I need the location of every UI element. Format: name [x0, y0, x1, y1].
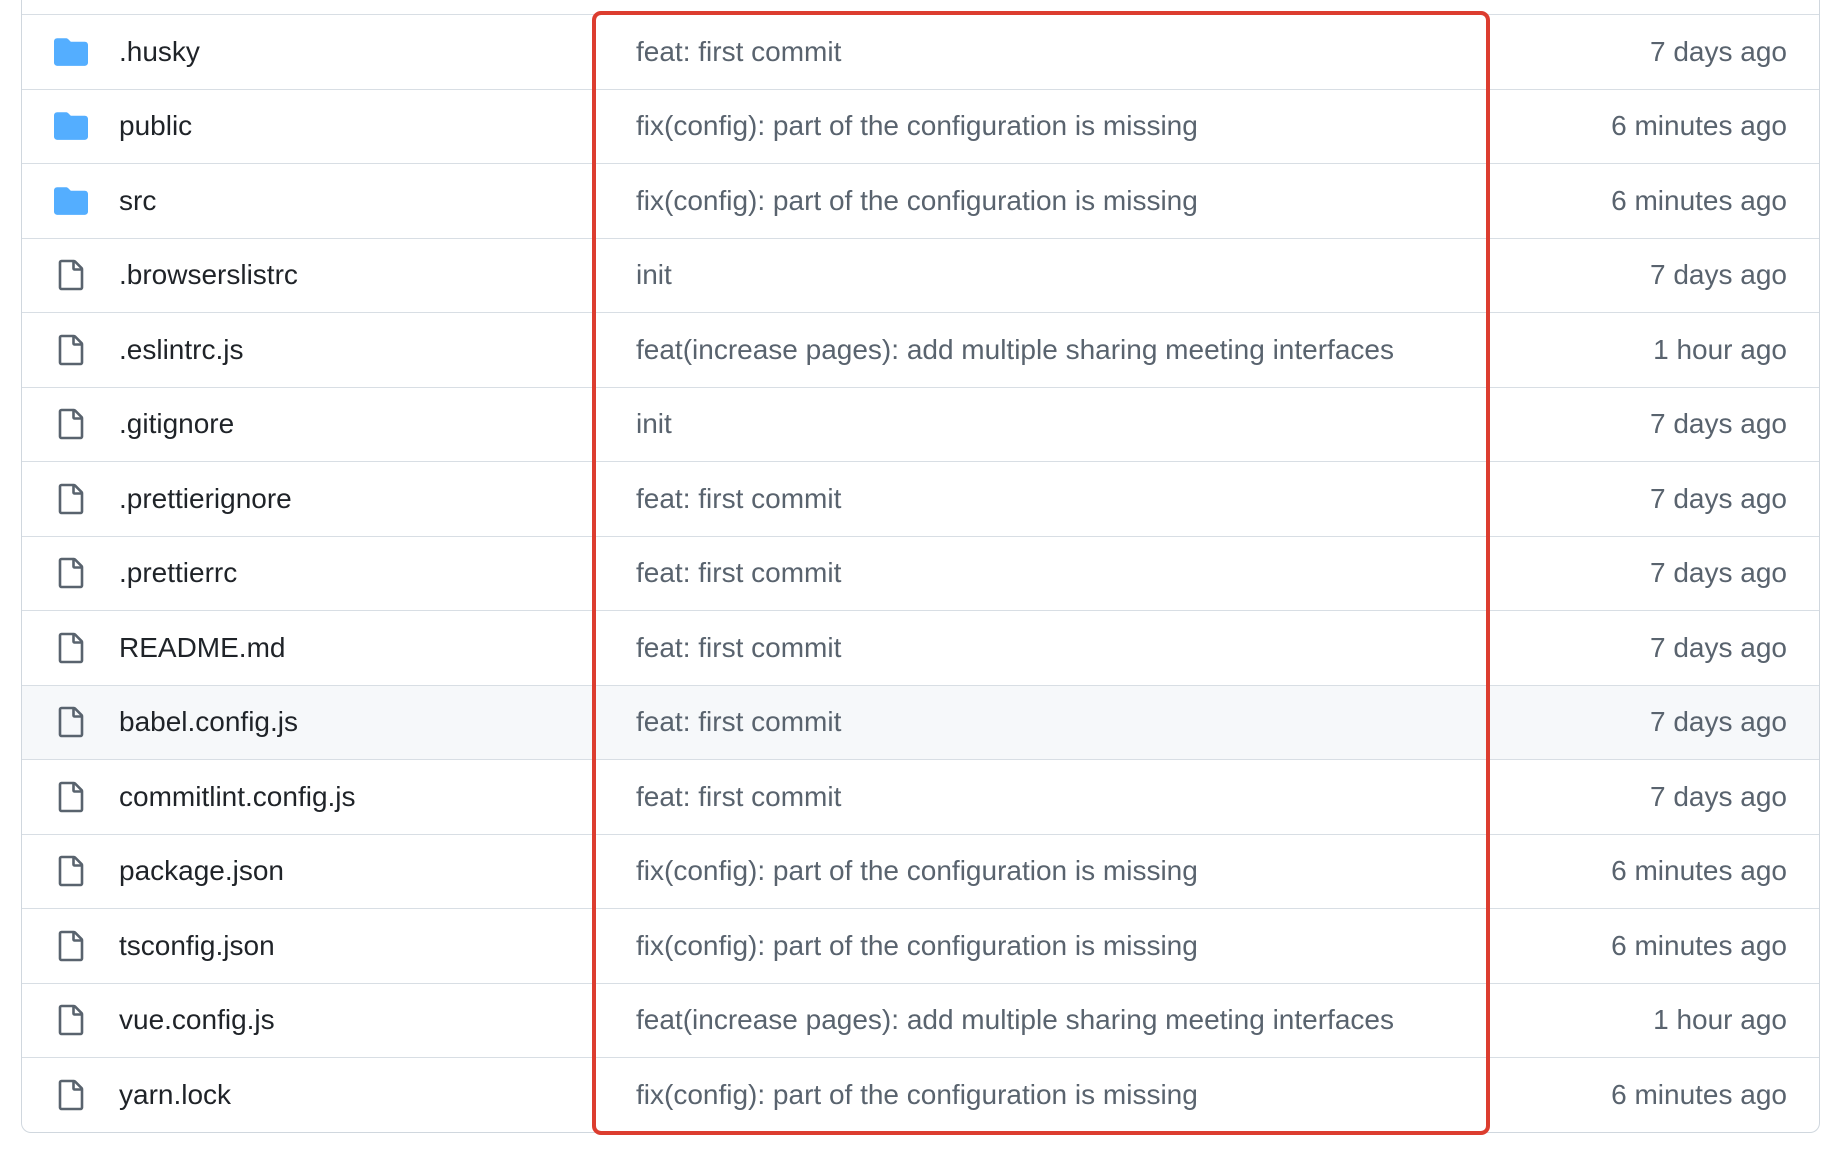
- table-row[interactable]: commitlint.config.js feat: first commit …: [22, 759, 1819, 834]
- table-row[interactable]: package.json fix(config): part of the co…: [22, 833, 1819, 909]
- file-name-link[interactable]: .gitignore: [119, 408, 234, 440]
- repository-file-browser: .husky feat: first commit 7 days ago pub…: [0, 0, 1840, 1160]
- commit-message-link[interactable]: fix(config): part of the configuration i…: [636, 930, 1198, 962]
- file-name-link[interactable]: .eslintrc.js: [119, 334, 243, 366]
- commit-message-link[interactable]: fix(config): part of the configuration i…: [636, 185, 1198, 217]
- table-row[interactable]: .prettierrc feat: first commit 7 days ag…: [22, 535, 1819, 611]
- file-name-link[interactable]: yarn.lock: [119, 1079, 231, 1111]
- commit-age: 7 days ago: [1650, 631, 1787, 663]
- commit-message-link[interactable]: fix(config): part of the configuration i…: [636, 1079, 1198, 1111]
- commit-age: 6 minutes ago: [1611, 929, 1787, 961]
- file-name-link[interactable]: src: [119, 185, 156, 217]
- table-row[interactable]: tsconfig.json fix(config): part of the c…: [22, 908, 1819, 983]
- folder-icon: [52, 33, 90, 71]
- table-row[interactable]: .browserslistrc init 7 days ago: [22, 237, 1819, 313]
- file-list-table: .husky feat: first commit 7 days ago pub…: [21, 0, 1820, 1133]
- commit-age: 7 days ago: [1650, 408, 1787, 440]
- table-row[interactable]: .eslintrc.js feat(increase pages): add m…: [22, 312, 1819, 387]
- file-icon: [52, 405, 90, 443]
- commit-age: 7 days ago: [1650, 259, 1787, 291]
- file-name-link[interactable]: .husky: [119, 36, 200, 68]
- file-icon: [52, 1001, 90, 1039]
- commit-message-link[interactable]: feat(increase pages): add multiple shari…: [636, 334, 1394, 366]
- file-icon: [52, 778, 90, 816]
- table-row[interactable]: README.md feat: first commit 7 days ago: [22, 610, 1819, 685]
- folder-icon: [52, 182, 90, 220]
- commit-message-link[interactable]: feat: first commit: [636, 36, 841, 68]
- file-name-link[interactable]: .prettierrc: [119, 557, 237, 589]
- commit-age: 1 hour ago: [1653, 1004, 1787, 1036]
- commit-age: 6 minutes ago: [1611, 1078, 1787, 1110]
- commit-message-link[interactable]: feat: first commit: [636, 632, 841, 664]
- file-name-link[interactable]: public: [119, 110, 192, 142]
- file-icon: [52, 256, 90, 294]
- table-top-spacer: [22, 0, 1819, 14]
- commit-message-link[interactable]: fix(config): part of the configuration i…: [636, 855, 1198, 887]
- commit-age: 7 days ago: [1650, 482, 1787, 514]
- file-icon: [52, 480, 90, 518]
- file-icon: [52, 927, 90, 965]
- file-icon: [52, 703, 90, 741]
- file-icon: [52, 1076, 90, 1114]
- commit-message-link[interactable]: init: [636, 259, 672, 291]
- file-icon: [52, 629, 90, 667]
- table-row[interactable]: src fix(config): part of the configurati…: [22, 163, 1819, 238]
- commit-message-link[interactable]: feat: first commit: [636, 706, 841, 738]
- commit-age: 6 minutes ago: [1611, 184, 1787, 216]
- table-row[interactable]: public fix(config): part of the configur…: [22, 88, 1819, 164]
- file-name-link[interactable]: .prettierignore: [119, 483, 292, 515]
- commit-age: 7 days ago: [1650, 706, 1787, 738]
- commit-age: 7 days ago: [1650, 35, 1787, 67]
- file-icon: [52, 554, 90, 592]
- commit-message-link[interactable]: feat: first commit: [636, 557, 841, 589]
- commit-age: 6 minutes ago: [1611, 855, 1787, 887]
- commit-age: 6 minutes ago: [1611, 110, 1787, 142]
- commit-age: 7 days ago: [1650, 780, 1787, 812]
- commit-age: 7 days ago: [1650, 557, 1787, 589]
- table-row[interactable]: .prettierignore feat: first commit 7 day…: [22, 461, 1819, 536]
- file-name-link[interactable]: tsconfig.json: [119, 930, 275, 962]
- table-row[interactable]: vue.config.js feat(increase pages): add …: [22, 982, 1819, 1058]
- file-name-link[interactable]: README.md: [119, 632, 285, 664]
- file-icon: [52, 852, 90, 890]
- table-row[interactable]: yarn.lock fix(config): part of the confi…: [22, 1057, 1819, 1132]
- file-name-link[interactable]: package.json: [119, 855, 284, 887]
- table-row[interactable]: .husky feat: first commit 7 days ago: [22, 14, 1819, 89]
- commit-message-link[interactable]: feat: first commit: [636, 483, 841, 515]
- table-row[interactable]: .gitignore init 7 days ago: [22, 386, 1819, 462]
- file-name-link[interactable]: vue.config.js: [119, 1004, 275, 1036]
- commit-message-link[interactable]: feat(increase pages): add multiple shari…: [636, 1004, 1394, 1036]
- commit-message-link[interactable]: fix(config): part of the configuration i…: [636, 110, 1198, 142]
- file-name-link[interactable]: .browserslistrc: [119, 259, 298, 291]
- commit-message-link[interactable]: feat: first commit: [636, 781, 841, 813]
- file-name-link[interactable]: commitlint.config.js: [119, 781, 356, 813]
- commit-message-link[interactable]: init: [636, 408, 672, 440]
- file-name-link[interactable]: babel.config.js: [119, 706, 298, 738]
- table-row-hovered[interactable]: babel.config.js feat: first commit 7 day…: [22, 684, 1819, 759]
- file-icon: [52, 331, 90, 369]
- commit-age: 1 hour ago: [1653, 333, 1787, 365]
- folder-icon: [52, 107, 90, 145]
